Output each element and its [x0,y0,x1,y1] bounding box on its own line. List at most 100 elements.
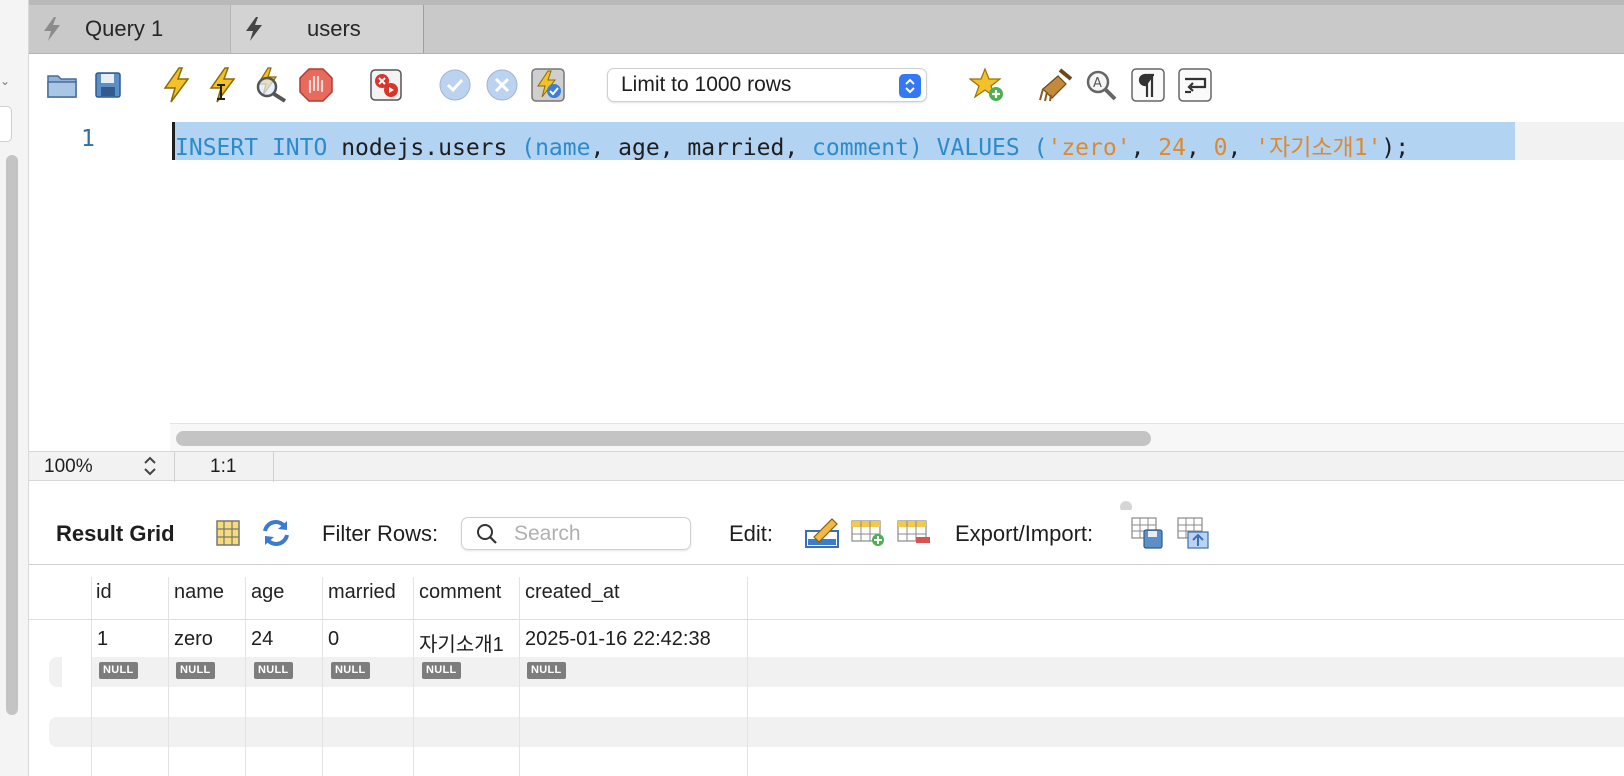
divider [174,452,175,482]
grid-header-row: id name age married comment created_at [29,577,1624,617]
result-grid-title: Result Grid [56,521,175,546]
save-icon[interactable] [89,66,127,104]
result-toolbar: Result Grid Filter Rows: Edit: Export/Im… [29,510,1624,564]
autocommit-toggle-icon[interactable] [529,66,567,104]
add-row-icon[interactable] [850,515,886,551]
import-icon[interactable] [1176,515,1212,551]
sidebar-scrollbar[interactable] [6,155,18,715]
column-header-married[interactable]: married [328,581,396,604]
number-literal: 24 [1158,135,1186,161]
column-header-name[interactable]: name [174,581,224,604]
zoom-level[interactable]: 100% [44,456,93,478]
export-icon[interactable] [1130,515,1166,551]
open-file-icon[interactable] [43,66,81,104]
code-token: ); [1381,135,1410,161]
code-token: ( [521,135,536,161]
keyword-token: VALUES [936,135,1020,161]
null-badge[interactable]: NULL [176,662,215,679]
divider [273,452,274,482]
cell-married[interactable]: 0 [328,628,339,651]
current-line-highlight [1515,122,1624,160]
code-token: , age, married, [590,135,813,161]
string-literal: 'zero' [1047,135,1131,161]
code-token: nodejs.users [327,135,522,161]
add-snippet-icon[interactable] [968,66,1006,104]
null-badge[interactable]: NULL [99,662,138,679]
grid-view-icon[interactable] [210,515,246,551]
editor-status-bar: 100% 1:1 [29,451,1624,483]
sql-statement: INSERT INTO nodejs.users (name, age, mar… [175,128,1409,162]
commit-icon[interactable] [436,66,474,104]
word-wrap-icon[interactable] [1176,66,1214,104]
tab-query-1[interactable]: Query 1 [29,5,231,53]
cell-id[interactable]: 1 [97,628,108,651]
keyword-token: name [535,135,591,161]
null-badge[interactable]: NULL [331,662,370,679]
column-header-age[interactable]: age [251,581,284,604]
find-replace-icon[interactable]: A [1082,66,1120,104]
cell-age[interactable]: 24 [251,628,273,651]
explain-icon[interactable] [251,66,289,104]
tab-label: users [307,16,361,41]
column-header-created-at[interactable]: created_at [525,581,620,604]
left-sidebar-edge: ⌄ [0,0,29,776]
empty-row [49,717,1624,747]
null-badge[interactable]: NULL [422,662,461,679]
query-tab-bar: Query 1 users [29,0,1624,54]
code-token: , [1185,135,1214,161]
filter-search-input[interactable] [514,521,674,546]
line-number: 1 [81,126,95,152]
tab-label: Query 1 [85,16,164,41]
edit-cell-icon[interactable] [804,515,840,551]
collapse-arrow-icon[interactable]: ⌄ [0,74,10,88]
execute-icon[interactable] [157,66,195,104]
cursor-position: 1:1 [210,456,237,477]
execute-current-statement-icon[interactable] [203,66,241,104]
column-header-id[interactable]: id [96,581,112,604]
filter-rows-label: Filter Rows: [322,521,439,546]
keyword-token: INSERT [175,135,259,161]
cell-name[interactable]: zero [174,628,213,651]
limit-rows-select[interactable]: Limit to 1000 rows [607,68,927,102]
limit-rows-value: Limit to 1000 rows [621,73,792,96]
edit-label: Edit: [729,521,774,546]
code-token: , [1227,135,1256,161]
null-badge[interactable]: NULL [527,662,566,679]
code-token: ( [1019,135,1048,161]
sidebar-search-field-edge[interactable] [0,106,12,142]
code-token: , [1130,135,1159,161]
result-grid[interactable]: id name age married comment created_at 1… [29,564,1624,776]
null-badge[interactable]: NULL [254,662,293,679]
delete-row-icon[interactable] [896,515,932,551]
stop-icon[interactable] [297,66,335,104]
invisible-characters-icon[interactable] [1129,66,1167,104]
export-import-label: Export/Import: [955,521,1094,546]
header-divider [29,619,1624,620]
column-header-comment[interactable]: comment [419,581,501,604]
code-line[interactable]: INSERT INTO nodejs.users (name, age, mar… [172,122,1624,162]
bolt-icon [243,16,283,42]
sql-editor-toolbar: Limit to 1000 rows A [29,54,1624,118]
search-icon [476,523,500,545]
zoom-stepper-icon[interactable] [143,454,157,483]
cell-comment[interactable]: 자기소개1 [419,628,504,657]
scrollbar-thumb[interactable] [176,431,1151,446]
row-selector[interactable] [62,657,92,687]
sql-editor[interactable]: 1 INSERT INTO nodejs.users (name, age, m… [29,118,1624,451]
keyword-token: INTO [271,135,328,161]
cell-created-at[interactable]: 2025-01-16 22:42:38 [525,628,711,651]
toggle-continue-on-error-icon[interactable] [367,66,405,104]
bolt-icon [41,16,81,42]
chevron-updown-icon [899,74,921,98]
refresh-icon[interactable] [258,515,294,551]
rollback-icon[interactable] [483,66,521,104]
tab-users[interactable]: users [231,5,424,53]
svg-text:A: A [1093,76,1102,91]
code-token: ) [908,135,937,161]
number-literal: 0 [1213,135,1228,161]
editor-horizontal-scrollbar[interactable] [170,423,1624,451]
beautify-icon[interactable] [1037,66,1075,104]
filter-search-box[interactable] [461,517,691,550]
keyword-token: comment [812,135,909,161]
